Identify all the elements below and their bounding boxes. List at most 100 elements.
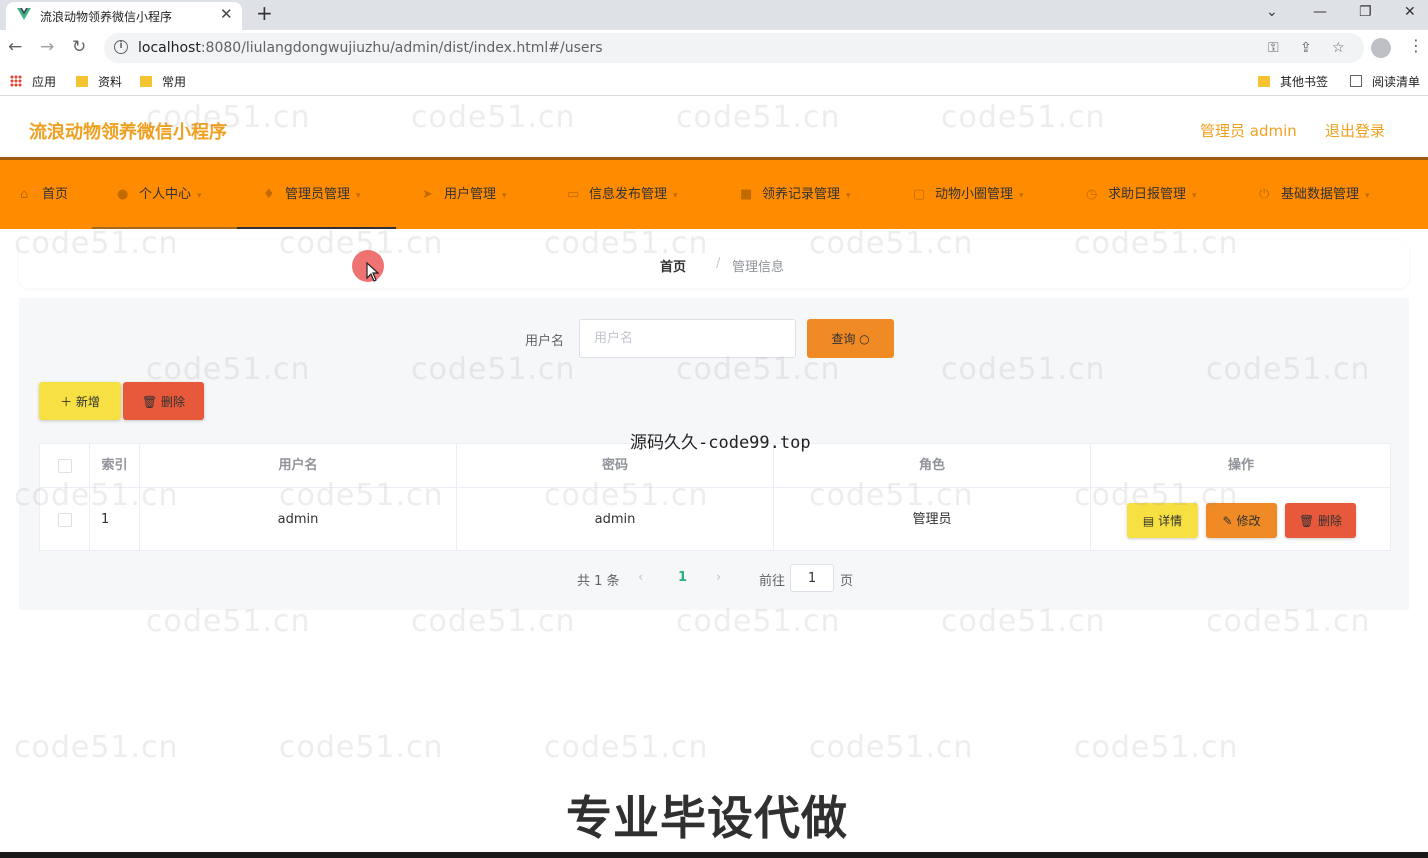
bookmark-folder-materials[interactable]: 资料 [76,73,122,90]
chevron-down-icon: ▾ [356,191,361,201]
pagination-page-unit: 页 [840,574,854,589]
bookmark-folder-common[interactable]: 常用 [140,73,186,90]
column-header-ops: 操作 [1091,444,1391,488]
menu-item-admins[interactable]: ♦ 管理员管理 ▾ [237,160,396,229]
current-user: 管理员 admin [1200,122,1297,140]
row-index: 1 [90,488,140,551]
search-icon: ○ [859,332,870,346]
column-header-role: 角色 [774,444,1091,488]
chevron-down-icon: ▾ [1019,191,1024,201]
forward-icon[interactable]: → [40,37,54,57]
send-icon: ➤ [422,187,433,202]
folder-icon [76,76,88,87]
mouse-cursor-icon [366,262,380,282]
bookmarks-bar: 应用 资料 常用 其他书签 阅读清单 [0,66,1428,96]
chevron-down-icon: ▾ [502,191,507,201]
chat-icon: ■ [740,187,753,202]
overlay-watermark-text: 源码久久-code99.top [630,433,811,453]
user-icon: ● [117,187,129,202]
menu-item-help-daily[interactable]: ◷ 求助日报管理 ▾ [1086,160,1197,229]
menu-item-info-publish[interactable]: ▭ 信息发布管理 ▾ [567,160,678,229]
back-icon[interactable]: ← [8,37,22,57]
key-icon[interactable]: ⚿ [1268,39,1279,57]
more-menu-icon[interactable]: ⋮ [1408,36,1424,56]
reading-list-icon [1350,75,1362,87]
column-header-index: 索引 [90,444,140,488]
share-icon[interactable]: ⇪ [1300,39,1312,57]
edit-icon: ✎ [1222,514,1233,528]
restore-icon[interactable]: ❐ [1359,3,1372,21]
pagination-total: 共 1 条 [577,574,620,589]
add-button[interactable]: ＋ 新增 [39,382,121,420]
document-icon: ▤ [1142,514,1155,528]
row-select-cell [40,488,90,551]
apps-grid-icon [10,75,22,87]
menu-item-animal-circle[interactable]: ▢ 动物小圈管理 ▾ [913,160,1024,229]
page-jump-input[interactable] [790,564,834,592]
time-icon: ◷ [1086,187,1098,202]
select-all-checkbox[interactable] [57,458,72,473]
breadcrumb: 首页 / 管理信息 [19,240,1409,288]
select-all-cell [40,444,90,488]
tab-title: 流浪动物领养微信小程序 [40,10,173,24]
menu-item-home[interactable]: ⌂ 首页 [20,160,68,229]
detail-button[interactable]: ▤ 详情 [1127,503,1198,538]
power-icon: ⏻ [1259,187,1270,202]
close-tab-icon[interactable]: ✕ [220,5,233,23]
bookmark-apps[interactable]: 应用 [10,73,56,90]
new-tab-icon[interactable]: + [256,1,273,25]
reading-list[interactable]: 阅读清单 [1350,73,1420,90]
watermark-text: code51.cn [809,730,974,765]
chevron-down-icon: ▾ [1365,191,1370,201]
app-title: 流浪动物领养微信小程序 [29,122,227,143]
chevron-down-icon: ▾ [1192,191,1197,201]
browser-tab-bar: 流浪动物领养微信小程序 ✕ + ⌄ — ❐ ✕ [0,0,1428,30]
mic-icon: ♦ [263,187,275,202]
menu-item-base-data[interactable]: ⏻ 基础数据管理 ▾ [1259,160,1370,229]
row-checkbox[interactable] [57,512,72,527]
main-menu: ⌂ 首页 ● 个人中心 ▾ ♦ 管理员管理 ▾ ➤ 用户管理 ▾ ▭ 信息发布管理 ▾ ■ 领养记录… [0,160,1428,229]
logout-link[interactable]: 退出登录 [1325,120,1385,141]
pagination-current-page[interactable]: 1 [678,570,687,585]
profile-avatar[interactable] [1371,38,1391,58]
bookmark-other[interactable]: 其他书签 [1258,73,1328,90]
reload-icon[interactable]: ↻ [72,37,86,57]
star-icon[interactable]: ☆ [1332,39,1345,57]
folder-icon [1258,76,1270,87]
menu-item-users[interactable]: ➤ 用户管理 ▾ [422,160,507,229]
edit-button[interactable]: ✎ 修改 [1206,503,1277,538]
menu-item-adoption-records[interactable]: ■ 领养记录管理 ▾ [740,160,851,229]
chevron-down-icon: ▾ [197,191,202,201]
watermark-text: code51.cn [14,730,179,765]
calendar-icon: ▢ [913,187,926,202]
browser-tab[interactable]: 流浪动物领养微信小程序 ✕ [6,2,242,30]
url-text: localhost:8080/liulangdongwujiuzhu/admin… [138,40,603,56]
menu-item-profile[interactable]: ● 个人中心 ▾ [92,160,237,229]
plus-icon: ＋ [60,394,73,409]
prev-page-icon[interactable]: ‹ [638,570,643,585]
tab-search-icon[interactable]: ⌄ [1266,3,1278,21]
watermark-text: code51.cn [544,730,709,765]
breadcrumb-current: 管理信息 [732,260,785,275]
row-role: 管理员 [774,488,1091,551]
breadcrumb-separator: / [716,256,721,271]
column-header-username: 用户名 [140,444,457,488]
browser-toolbar: ← → ↻ i localhost:8080/liulangdongwujiuz… [0,30,1428,66]
site-info-icon[interactable]: i [114,40,128,54]
batch-delete-button[interactable]: 🗑 删除 [123,382,204,420]
taskbar [0,852,1428,858]
row-delete-button[interactable]: 🗑 删除 [1285,503,1356,538]
chevron-down-icon: ▾ [673,191,678,201]
row-password: admin [457,488,774,551]
app-header: 流浪动物领养微信小程序 管理员 admin 退出登录 [0,97,1428,160]
admin-table: 索引 用户名 密码 角色 操作 1 admin admin 管理员 ▤ 详情 ✎… [39,443,1391,551]
next-page-icon[interactable]: › [716,570,721,585]
username-search-input[interactable] [579,319,796,358]
breadcrumb-home[interactable]: 首页 [660,256,686,275]
query-button[interactable]: 查询 ○ [807,319,894,358]
window-close-icon[interactable]: ✕ [1404,3,1416,21]
trash-icon: 🗑 [1298,514,1315,528]
minimize-icon[interactable]: — [1313,3,1327,21]
chevron-down-icon: ▾ [846,191,851,201]
address-bar[interactable]: i localhost:8080/liulangdongwujiuzhu/adm… [104,33,1364,63]
